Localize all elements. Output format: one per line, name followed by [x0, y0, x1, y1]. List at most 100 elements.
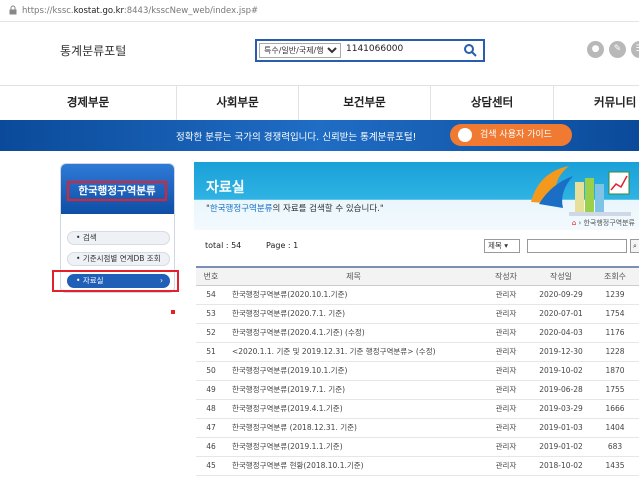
- row-title-link[interactable]: 한국행정구역분류 (2018.12.31. 기준): [226, 418, 481, 438]
- table-row[interactable]: 51 <2020.1.1. 기준 및 2019.12.31. 기준 행정구역분류>…: [196, 342, 639, 362]
- col-title: 제목: [226, 266, 481, 286]
- row-author: 관리자: [481, 285, 531, 305]
- chevron-down-icon: ▾: [504, 241, 508, 250]
- page-subtitle: "한국행정구역분류의 자료를 검색할 수 있습니다.": [206, 204, 384, 214]
- row-author: 관리자: [481, 361, 531, 381]
- nav-health[interactable]: 보건부문: [298, 86, 430, 120]
- col-views: 조회수: [591, 266, 639, 286]
- row-author: 관리자: [481, 437, 531, 457]
- search-input[interactable]: 1141066000: [346, 44, 403, 54]
- filter-input[interactable]: [527, 239, 627, 253]
- row-date: 2019-03-29: [531, 399, 591, 419]
- row-views: 1239: [591, 285, 639, 305]
- search-guide-button[interactable]: 검색 사용자 가이드: [450, 124, 572, 146]
- row-author: 관리자: [481, 380, 531, 400]
- filter-search-button[interactable]: ⌕: [630, 239, 639, 253]
- col-author: 작성자: [481, 266, 531, 286]
- sidebar-item-search[interactable]: • 검색: [67, 231, 170, 245]
- row-author: 관리자: [481, 418, 531, 438]
- row-title-link[interactable]: 한국행정구역분류(2019.1.1.기준): [226, 437, 481, 457]
- table-row[interactable]: 46 한국행정구역분류(2019.1.1.기준) 관리자 2019-01-02 683: [196, 437, 639, 457]
- row-date: 2019-12-30: [531, 342, 591, 362]
- row-title-link[interactable]: 한국행정구역분류(2019.4.1.기준): [226, 399, 481, 419]
- row-date: 2019-01-03: [531, 418, 591, 438]
- table-row[interactable]: 53 한국행정구역분류(2020.7.1. 기준) 관리자 2020-07-01 175…: [196, 304, 639, 324]
- row-title-link[interactable]: 한국행정구역분류(2019.7.1. 기준): [226, 380, 481, 400]
- menu-icon[interactable]: ☰: [631, 41, 639, 58]
- filter-select[interactable]: 제목 ▾: [484, 239, 520, 253]
- row-views: 1754: [591, 304, 639, 324]
- guide-icon: [458, 128, 472, 142]
- row-date: 2020-09-29: [531, 285, 591, 305]
- row-views: 1435: [591, 456, 639, 476]
- col-date: 작성일: [531, 266, 591, 286]
- archive-table: 번호 제목 작성자 작성일 조회수 54 한국행정구역분류(2020.10.1.기…: [196, 266, 639, 476]
- table-row[interactable]: 47 한국행정구역분류 (2018.12.31. 기준) 관리자 2019-01-03…: [196, 418, 639, 438]
- home-icon[interactable]: ⌂: [572, 219, 576, 227]
- row-views: 1176: [591, 323, 639, 343]
- row-number: 54: [196, 285, 226, 305]
- row-author: 관리자: [481, 304, 531, 324]
- table-header-row: 번호 제목 작성자 작성일 조회수: [196, 266, 639, 286]
- row-date: 2019-01-02: [531, 437, 591, 457]
- row-number: 49: [196, 380, 226, 400]
- row-title-link[interactable]: 한국행정구역분류 현황(2018.10.1.기준): [226, 456, 481, 476]
- row-title-link[interactable]: 한국행정구역분류(2019.10.1.기준): [226, 361, 481, 381]
- row-number: 50: [196, 361, 226, 381]
- books-illustration: [531, 166, 631, 216]
- row-author: 관리자: [481, 342, 531, 362]
- row-date: 2018-10-02: [531, 456, 591, 476]
- table-row[interactable]: 50 한국행정구역분류(2019.10.1.기준) 관리자 2019-10-02 187…: [196, 361, 639, 381]
- total-count: total : 54: [205, 241, 242, 250]
- lock-icon[interactable]: ●: [587, 41, 604, 58]
- search-guide-label: 검색 사용자 가이드: [480, 130, 552, 140]
- row-title-link[interactable]: <2020.1.1. 기준 및 2019.12.31. 기준 행정구역분류> (…: [226, 342, 481, 362]
- row-number: 51: [196, 342, 226, 362]
- row-title-link[interactable]: 한국행정구역분류(2020.4.1.기준) (수정): [226, 323, 481, 343]
- nav-community[interactable]: 커뮤니티: [553, 86, 639, 120]
- table-row[interactable]: 54 한국행정구역분류(2020.10.1.기준) 관리자 2020-09-29 123…: [196, 285, 639, 305]
- main-nav: 경제부문 사회부문 보건부문 상담센터 커뮤니티: [0, 85, 639, 120]
- table-row[interactable]: 49 한국행정구역분류(2019.7.1. 기준) 관리자 2019-06-28 175…: [196, 380, 639, 400]
- table-row[interactable]: 48 한국행정구역분류(2019.4.1.기준) 관리자 2019-03-29 1666: [196, 399, 639, 419]
- row-number: 45: [196, 456, 226, 476]
- row-views: 683: [591, 437, 639, 457]
- row-views: 1870: [591, 361, 639, 381]
- search-box: 특수/일반/국제/행정 1141066000: [255, 39, 485, 62]
- nav-consult[interactable]: 상담센터: [430, 86, 553, 120]
- table-body: 54 한국행정구역분류(2020.10.1.기준) 관리자 2020-09-29 123…: [196, 285, 639, 476]
- row-number: 52: [196, 323, 226, 343]
- hero-banner: 자료실 "한국행정구역분류의 자료를 검색할 수 있습니다." ⌂ › 한국행정…: [194, 162, 639, 230]
- breadcrumb: ⌂ › 한국행정구역분류: [571, 219, 635, 227]
- search-category-select[interactable]: 특수/일반/국제/행정: [259, 43, 341, 58]
- sidebar-title: 한국행정구역분류: [67, 181, 167, 201]
- edit-icon[interactable]: ✎: [609, 41, 626, 58]
- page-title: 자료실: [206, 180, 245, 196]
- row-number: 48: [196, 399, 226, 419]
- notice-banner: 정확한 분류는 국가의 경쟁력입니다. 신뢰받는 통계분류포털! 검색 사용자 …: [0, 120, 639, 151]
- table-row[interactable]: 52 한국행정구역분류(2020.4.1.기준) (수정) 관리자 2020-04-0…: [196, 323, 639, 343]
- lock-icon: [9, 5, 17, 15]
- nav-economy[interactable]: 경제부문: [0, 86, 176, 120]
- sidebar-item-db-lookup[interactable]: • 기준시점별 연계DB 조회: [67, 252, 170, 266]
- nav-society[interactable]: 사회부문: [176, 86, 298, 120]
- row-title-link[interactable]: 한국행정구역분류(2020.7.1. 기준): [226, 304, 481, 324]
- table-row[interactable]: 45 한국행정구역분류 현황(2018.10.1.기준) 관리자 2018-10-02…: [196, 456, 639, 476]
- row-views: 1404: [591, 418, 639, 438]
- row-date: 2019-10-02: [531, 361, 591, 381]
- row-views: 1666: [591, 399, 639, 419]
- row-date: 2020-07-01: [531, 304, 591, 324]
- row-title-link[interactable]: 한국행정구역분류(2020.10.1.기준): [226, 285, 481, 305]
- row-date: 2020-04-03: [531, 323, 591, 343]
- col-number: 번호: [196, 266, 226, 286]
- row-date: 2019-06-28: [531, 380, 591, 400]
- address-bar[interactable]: https://kssc.kostat.go.kr:8443/ksscNew_w…: [0, 0, 639, 22]
- search-icon[interactable]: [463, 43, 478, 58]
- url-text: https://kssc.kostat.go.kr:8443/ksscNew_w…: [22, 6, 259, 16]
- site-brand[interactable]: 통계분류포털: [60, 42, 126, 59]
- highlight-box: [52, 270, 179, 292]
- sidebar-header: 한국행정구역분류: [61, 164, 174, 214]
- row-number: 47: [196, 418, 226, 438]
- row-author: 관리자: [481, 399, 531, 419]
- row-number: 53: [196, 304, 226, 324]
